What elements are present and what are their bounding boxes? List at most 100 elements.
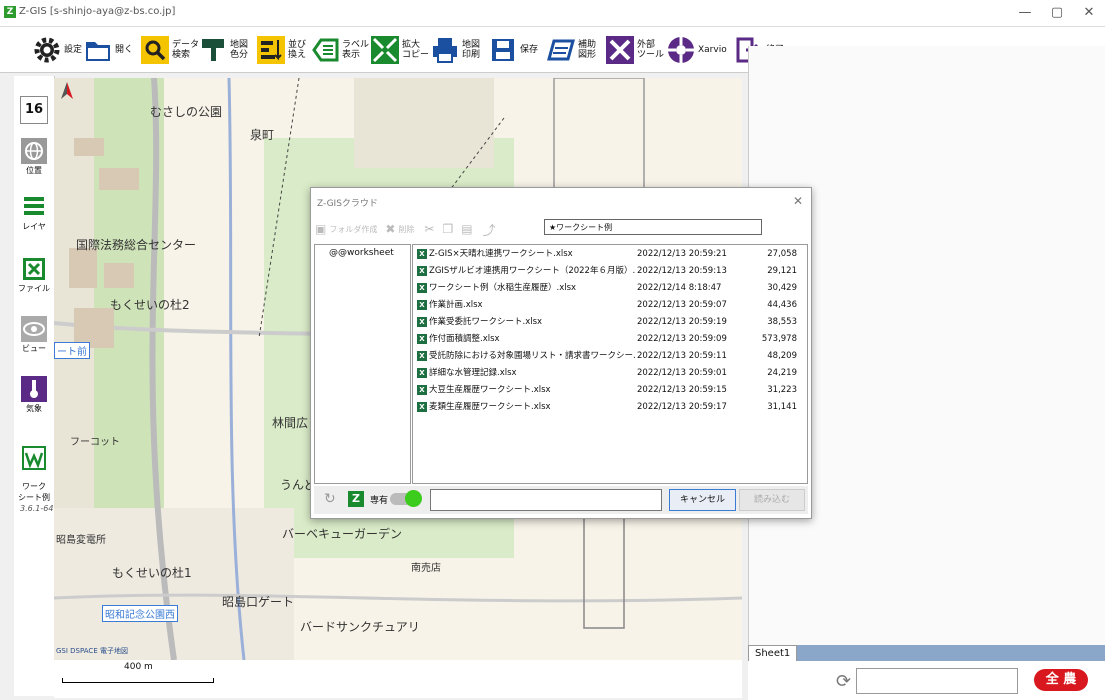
file-name: ZGISザルビオ連携用ワークシート（2022年６月版）.... (429, 266, 635, 276)
map-label: 昭和記念公園西 (102, 605, 178, 622)
file-row[interactable]: X 詳細な水管理記録.xlsx 2022/12/13 20:59:01 24,219 (415, 366, 803, 381)
sidebar-item-label: レイヤ (22, 222, 46, 231)
new-folder-label[interactable]: フォルダ作成 (329, 224, 377, 235)
cancel-button[interactable]: キャンセル (669, 489, 736, 511)
scale-line (62, 678, 214, 683)
exclusive-label: 専有 (370, 496, 389, 506)
copy-icon[interactable]: ❐ (442, 222, 453, 236)
paste-icon[interactable]: ▤ (461, 222, 472, 236)
aux-shape-button[interactable]: 補助 図形 (546, 33, 596, 67)
expand-copy-button[interactable]: 拡大 コピー (370, 33, 429, 67)
folder-tree: @@worksheet (314, 244, 411, 484)
exclusive-toggle[interactable] (390, 490, 422, 507)
file-row[interactable]: X 作業受委託ワークシート.xlsx 2022/12/13 20:59:19 38,5… (415, 315, 803, 330)
xarvio-icon (666, 35, 696, 65)
excel-icon: X (417, 351, 427, 361)
file-name: 作付面積調整.xlsx (429, 334, 500, 344)
delete-icon[interactable]: ✖ (385, 222, 395, 236)
close-button[interactable]: ✕ (1074, 3, 1104, 23)
path-field[interactable]: ★ワークシート例 (544, 219, 762, 235)
sidebar-item-layer[interactable]: レイヤ (16, 194, 52, 232)
file-size: 48,209 (767, 351, 797, 361)
file-row[interactable]: X ZGISザルビオ連携用ワークシート（2022年６月版）.... 2022/12/… (415, 264, 803, 279)
file-icon (21, 256, 47, 282)
file-date: 2022/12/13 20:59:11 (637, 351, 727, 361)
map-label: フーコット (70, 437, 120, 448)
filename-input[interactable] (430, 489, 662, 511)
file-row[interactable]: X ワークシート例（水稲生産履歴）.xlsx 2022/12/14 8:18:47 3… (415, 281, 803, 296)
folder-item[interactable]: @@worksheet (329, 248, 394, 258)
label-display-label: ラベル 表示 (342, 40, 370, 60)
map-label: もくせいの杜1 (112, 566, 192, 580)
map-label: 昭島変電所 (56, 535, 106, 546)
settings-button[interactable]: 設定 (32, 33, 82, 67)
maximize-button[interactable]: ▢ (1042, 3, 1072, 23)
map-label: 泉町 (250, 128, 275, 142)
excel-icon: X (417, 368, 427, 378)
sidebar-item-label: ワーク シート例 (18, 482, 50, 502)
xarvio-label: Xarvio (698, 45, 727, 55)
sidebar-item-file[interactable]: ファイル (16, 256, 52, 294)
map-print-label: 地図 印刷 (462, 40, 481, 60)
cut-icon[interactable]: ✂ (424, 222, 434, 236)
file-size: 30,429 (767, 283, 797, 293)
refresh-icon[interactable]: ⟳ (836, 671, 851, 692)
toggle-knob (405, 490, 422, 507)
up-folder-icon[interactable]: ⤴ (483, 220, 496, 239)
file-size: 31,141 (767, 402, 797, 412)
dialog-toolbar: ▣ フォルダ作成 ✖ 削除 ✂ ❐ ▤ ⤴ (315, 219, 496, 239)
dialog-footer: ↻ Z 専有 キャンセル 読み込む (314, 486, 808, 514)
open-button[interactable]: 開く (83, 33, 133, 67)
file-row[interactable]: X 受託防除における対象圃場リスト・請求書ワークシー... 2022/12/13 2… (415, 349, 803, 364)
file-date: 2022/12/13 20:59:15 (637, 385, 727, 395)
sidebar-item-worksheet[interactable]: ワーク シート例 (16, 436, 52, 503)
map-label: 林間広 (272, 416, 309, 430)
sync-icon[interactable]: ↻ (324, 491, 336, 507)
file-row[interactable]: X 作業計画.xlsx 2022/12/13 20:59:07 44,436 (415, 298, 803, 313)
north-arrow-icon (60, 82, 74, 100)
minimize-button[interactable]: — (1010, 3, 1040, 23)
dialog-close-icon[interactable]: ✕ (793, 194, 803, 208)
worksheet-icon (21, 445, 47, 471)
sort-button[interactable]: 並び 換え (256, 33, 306, 67)
external-tools-button[interactable]: 外部 ツール (605, 33, 664, 67)
save-button[interactable]: 保存 (488, 33, 538, 67)
external-tools-label: 外部 ツール (637, 40, 665, 60)
file-date: 2022/12/13 20:59:17 (637, 402, 727, 412)
map-print-button[interactable]: 地図 印刷 (430, 33, 480, 67)
map-copyright: GSI DSPACE 電子地図 (56, 647, 128, 655)
new-folder-icon[interactable]: ▣ (315, 222, 326, 236)
file-size: 24,219 (767, 368, 797, 378)
file-row[interactable]: X 麦類生産履歴ワークシート.xlsx 2022/12/13 20:59:17 31,… (415, 400, 803, 415)
sheet-tabs: Sheet1 (748, 645, 1105, 663)
layers-icon (21, 194, 47, 220)
file-date: 2022/12/13 20:59:19 (637, 317, 727, 327)
zgis-logo-icon: Z (348, 491, 364, 507)
file-row[interactable]: X 作付面積調整.xlsx 2022/12/13 20:59:09 573,978 (415, 332, 803, 347)
sidebar-item-view[interactable]: ビュー (16, 316, 52, 354)
dialog-title: Z-GISクラウド (317, 199, 378, 209)
map-color-button[interactable]: 地図 色分 (198, 33, 248, 67)
scale-bar: 400 m (54, 660, 742, 698)
title-bar: Z Z-GIS [s-shinjo-aya@z-bs.co.jp] — ▢ ✕ (0, 0, 1105, 27)
bottom-input[interactable] (856, 668, 1018, 694)
sidebar-item-label: 気象 (26, 404, 42, 413)
delete-label[interactable]: 削除 (398, 224, 414, 235)
sidebar-item-position[interactable]: 位置 (16, 138, 52, 176)
xarvio-button[interactable]: Xarvio (666, 33, 727, 67)
sidebar-item-weather[interactable]: 気象 (16, 376, 52, 414)
file-name: 作業受委託ワークシート.xlsx (429, 317, 543, 327)
file-row[interactable]: X 大豆生産履歴ワークシート.xlsx 2022/12/13 20:59:15 31,… (415, 383, 803, 398)
map-label: バーベキューガーデン (282, 527, 403, 541)
label-display-button[interactable]: ラベル 表示 (310, 33, 369, 67)
file-row[interactable]: X Z-GIS×天晴れ連携ワークシート.xlsx 2022/12/13 20:59:… (415, 247, 803, 262)
sort-label: 並び 換え (288, 40, 307, 60)
data-search-label: データ 検索 (172, 40, 200, 60)
file-list: X Z-GIS×天晴れ連携ワークシート.xlsx 2022/12/13 20:59:… (412, 244, 808, 484)
data-search-button[interactable]: データ 検索 (140, 33, 199, 67)
excel-icon: X (417, 249, 427, 259)
zennoh-logo: 全 農 (1034, 669, 1088, 691)
load-button[interactable]: 読み込む (739, 489, 805, 511)
zoom-level[interactable]: 16 (20, 96, 48, 124)
version-label: 3.6.1-64 (20, 504, 54, 513)
